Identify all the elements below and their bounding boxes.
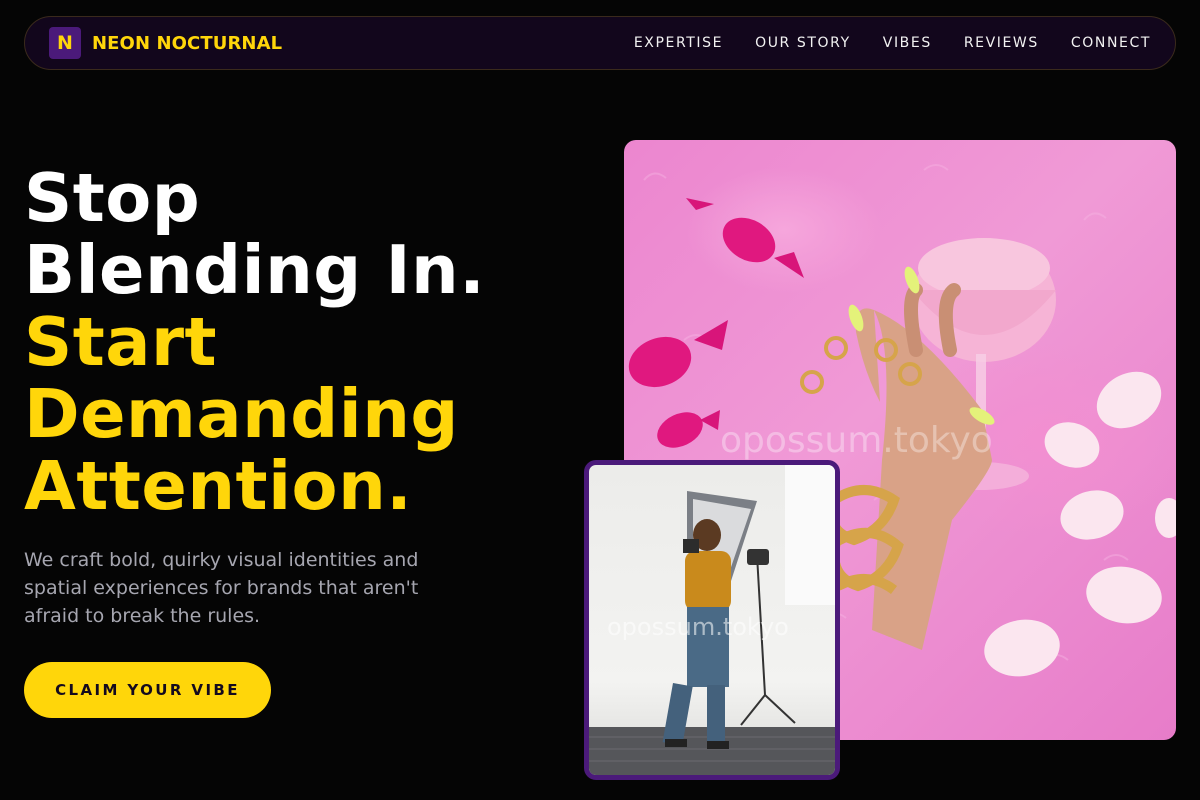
- brand-name: NEON NOCTURNAL: [92, 32, 283, 54]
- headline-line: Blending In.: [24, 231, 486, 309]
- nav-link-our-story[interactable]: OUR STORY: [755, 35, 851, 51]
- nav-link-reviews[interactable]: REVIEWS: [964, 35, 1039, 51]
- image-watermark: opossum.tokyo: [607, 613, 789, 641]
- brand-mark-icon: N: [49, 27, 81, 59]
- candy-shape: [657, 410, 720, 448]
- nav-links: EXPERTISE OUR STORY VIBES REVIEWS CONNEC…: [634, 35, 1151, 51]
- nav-link-connect[interactable]: CONNECT: [1071, 35, 1151, 51]
- candy-shape: [686, 198, 804, 278]
- inset-photo-photographer: opossum.tokyo: [584, 460, 840, 780]
- hero-subtitle: We craft bold, quirky visual identities …: [24, 549, 419, 627]
- brand-logo[interactable]: N NEON NOCTURNAL: [49, 27, 282, 59]
- headline-line-accent: Start: [24, 303, 218, 381]
- nav-link-expertise[interactable]: EXPERTISE: [634, 35, 723, 51]
- hero-headline: Stop Blending In. Start Demanding Attent…: [24, 162, 584, 522]
- claim-your-vibe-button[interactable]: CLAIM YOUR VIBE: [24, 662, 271, 718]
- image-watermark: opossum.tokyo: [720, 420, 993, 461]
- nav-link-vibes[interactable]: VIBES: [883, 35, 932, 51]
- petal-shapes: [984, 371, 1176, 677]
- headline-line: Stop: [24, 159, 201, 237]
- top-navigation: N NEON NOCTURNAL EXPERTISE OUR STORY VIB…: [24, 16, 1176, 70]
- candy-shape: [628, 320, 728, 388]
- headline-line-accent: Demanding: [24, 375, 459, 453]
- headline-line-accent: Attention.: [24, 447, 413, 525]
